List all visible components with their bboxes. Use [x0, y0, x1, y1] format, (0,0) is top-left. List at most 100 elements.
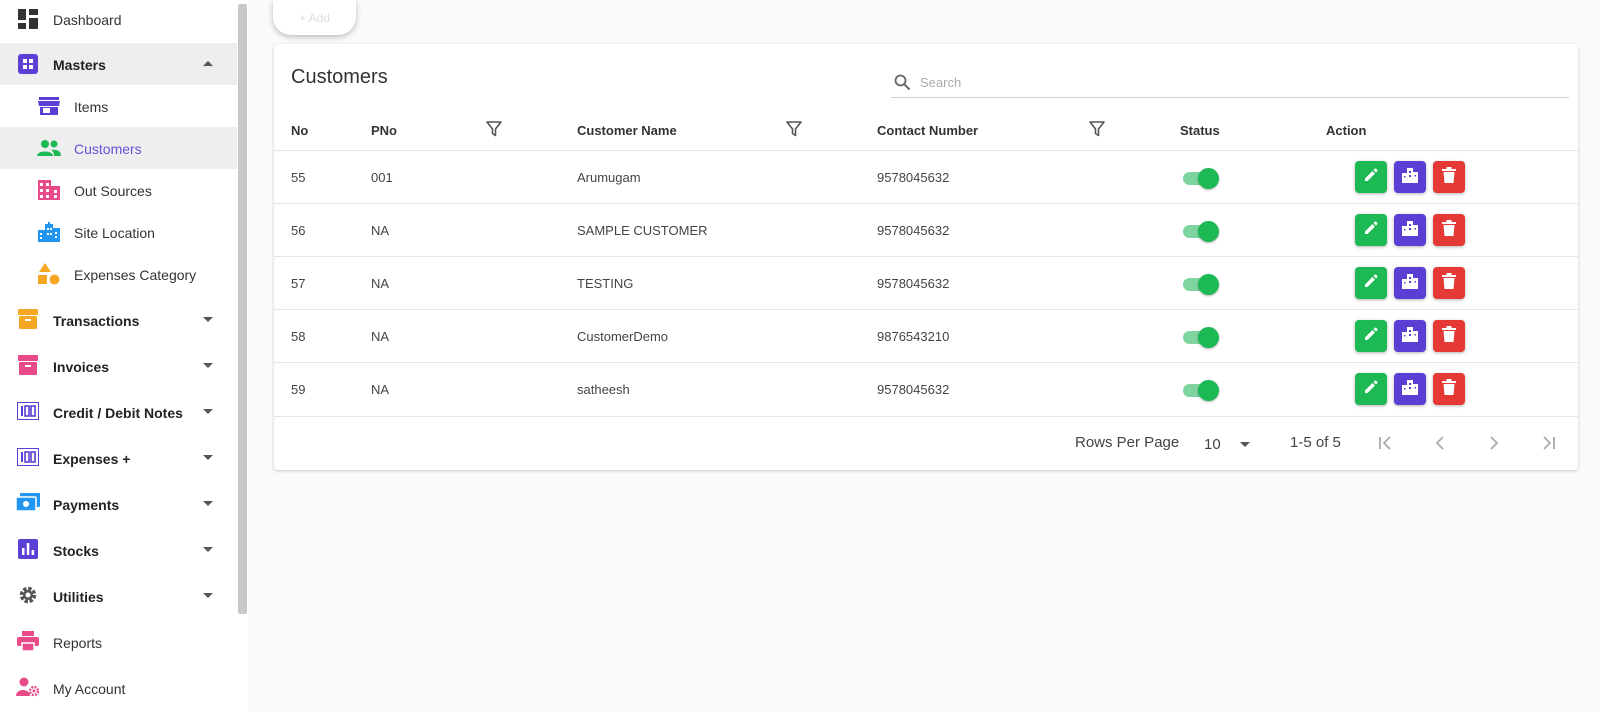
sidebar-item-my-account[interactable]: My Account [0, 665, 237, 709]
people-icon [37, 136, 61, 160]
status-toggle[interactable] [1181, 273, 1219, 295]
edit-button[interactable] [1355, 267, 1387, 299]
chevron-down-icon [203, 363, 213, 368]
site-location-button[interactable] [1394, 373, 1426, 405]
city-icon [1402, 220, 1418, 241]
sidebar-item-label: Dashboard [53, 12, 122, 28]
store-icon [37, 94, 61, 118]
filter-icon[interactable] [486, 121, 502, 142]
sidebar-item-payments[interactable]: Payments [0, 481, 237, 525]
site-location-button[interactable] [1394, 214, 1426, 246]
pencil-icon [1363, 326, 1379, 347]
rows-per-page-label: Rows Per Page [1075, 434, 1180, 451]
sidebar-item-invoices[interactable]: Invoices [0, 343, 237, 387]
delete-button[interactable] [1433, 320, 1465, 352]
sidebar-item-credit-debit-notes[interactable]: Credit / Debit Notes [0, 389, 237, 433]
sidebar-item-utilities[interactable]: Utilities [0, 573, 237, 617]
sidebar-item-items[interactable]: Items [0, 85, 237, 127]
city-icon [1402, 379, 1418, 400]
sidebar-item-masters[interactable]: Masters [0, 43, 237, 85]
filter-icon[interactable] [786, 121, 802, 142]
city-icon [37, 220, 61, 244]
rows-per-page-value: 10 [1204, 436, 1221, 453]
sidebar-item-out-sources[interactable]: Out Sources [0, 169, 237, 211]
sidebar-item-label: Masters [53, 57, 106, 73]
sidebar-item-stocks[interactable]: Stocks [0, 527, 237, 571]
archive-icon [16, 307, 40, 331]
pencil-icon [1363, 220, 1379, 241]
table-row: 55 001 Arumugam 9578045632 [274, 150, 1578, 203]
edit-button[interactable] [1355, 161, 1387, 193]
chevron-up-icon [203, 61, 213, 66]
search-field[interactable]: Search [891, 70, 1569, 98]
filter-icon[interactable] [1089, 121, 1105, 142]
shapes-icon [37, 262, 61, 286]
user-settings-icon [16, 675, 40, 699]
edit-button[interactable] [1355, 214, 1387, 246]
delete-button[interactable] [1433, 373, 1465, 405]
status-toggle[interactable] [1181, 220, 1219, 242]
sidebar-item-expenses[interactable]: Expenses + [0, 435, 237, 479]
table-row: 58 NA CustomerDemo 9876543210 [274, 309, 1578, 362]
edit-button[interactable] [1355, 373, 1387, 405]
sidebar-item-expenses-category[interactable]: Expenses Category [0, 253, 237, 295]
sidebar-item-customers[interactable]: Customers [0, 127, 237, 169]
delete-button[interactable] [1433, 214, 1465, 246]
city-icon [1402, 326, 1418, 347]
cell-customer-name: CustomerDemo [577, 329, 669, 344]
site-location-button[interactable] [1394, 320, 1426, 352]
sidebar-item-label: Out Sources [74, 183, 152, 199]
column-header-contact-number: Contact Number [877, 123, 979, 138]
sidebar-item-dashboard[interactable]: Dashboard [0, 0, 237, 38]
chevron-down-icon [203, 317, 213, 322]
chevron-down-icon [203, 547, 213, 552]
cell-no: 55 [291, 170, 306, 185]
sidebar-item-reports[interactable]: Reports [0, 619, 237, 663]
status-toggle[interactable] [1181, 167, 1219, 189]
add-button[interactable]: + Add [273, 0, 356, 35]
cell-pno: NA [371, 382, 390, 397]
edit-button[interactable] [1355, 320, 1387, 352]
sidebar-item-label: Transactions [53, 313, 140, 329]
delete-button[interactable] [1433, 161, 1465, 193]
site-location-button[interactable] [1394, 267, 1426, 299]
pencil-icon [1363, 167, 1379, 188]
customers-card: Customers Search No PNo Customer Name Co… [274, 44, 1578, 470]
column-header-customer-name: Customer Name [577, 123, 677, 138]
cell-no: 59 [291, 382, 306, 397]
sidebar: Dashboard Masters Items Customers Out So… [0, 0, 248, 712]
sidebar-item-label: Stocks [53, 543, 99, 559]
chevron-down-icon [203, 409, 213, 414]
sidebar-scrollbar[interactable] [238, 4, 247, 614]
table-row: 56 NA SAMPLE CUSTOMER 9578045632 [274, 203, 1578, 256]
pencil-icon [1363, 273, 1379, 294]
sidebar-item-label: Site Location [74, 225, 155, 241]
gear-icon [16, 583, 40, 607]
first-page-icon[interactable] [1377, 434, 1395, 457]
search-input[interactable]: Search [920, 75, 961, 90]
dashboard-icon [16, 7, 40, 31]
trash-icon [1442, 325, 1456, 347]
site-location-button[interactable] [1394, 161, 1426, 193]
sidebar-item-site-location[interactable]: Site Location [0, 211, 237, 253]
sidebar-item-label: Payments [53, 497, 120, 513]
printer-icon [16, 629, 40, 653]
search-icon [894, 74, 911, 96]
status-toggle[interactable] [1181, 379, 1219, 401]
sidebar-item-label: Utilities [53, 589, 104, 605]
status-toggle[interactable] [1181, 326, 1219, 348]
cell-customer-name: TESTING [577, 276, 634, 291]
grid-icon [16, 52, 40, 76]
previous-page-icon[interactable] [1431, 434, 1449, 457]
cell-pno: 001 [371, 170, 393, 185]
sidebar-item-transactions[interactable]: Transactions [0, 297, 237, 341]
chevron-down-icon [203, 501, 213, 506]
sidebar-item-label: Invoices [53, 359, 110, 375]
last-page-icon[interactable] [1539, 434, 1557, 457]
cell-no: 56 [291, 223, 306, 238]
next-page-icon[interactable] [1485, 434, 1503, 457]
cell-pno: NA [371, 223, 390, 238]
delete-button[interactable] [1433, 267, 1465, 299]
chevron-down-icon [203, 593, 213, 598]
rows-per-page-select[interactable]: 10 [1204, 431, 1254, 457]
